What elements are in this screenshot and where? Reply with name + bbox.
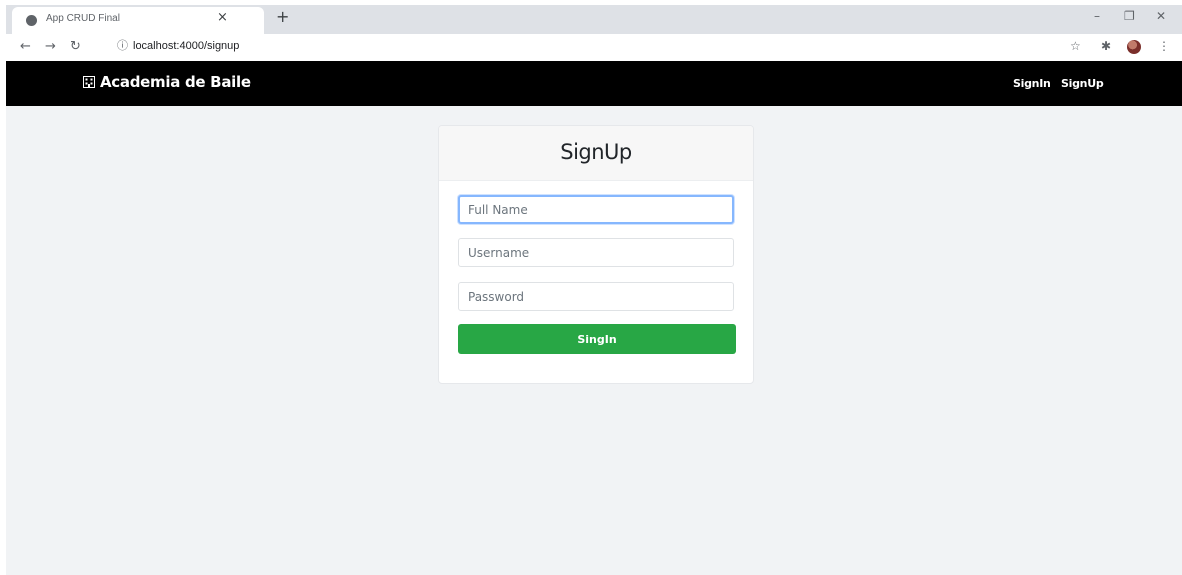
username-input[interactable] <box>458 238 734 267</box>
nav-signin-link[interactable]: SignIn <box>1013 77 1051 90</box>
building-icon <box>83 76 95 88</box>
new-tab-button[interactable]: + <box>276 9 289 25</box>
forward-arrow-icon[interactable]: → <box>45 40 56 53</box>
signup-card: SignUp SingIn <box>438 125 754 384</box>
reload-icon[interactable]: ↻ <box>70 40 81 53</box>
close-window-button[interactable]: ✕ <box>1156 10 1166 22</box>
url-field[interactable]: localhost:4000/signup <box>133 40 239 52</box>
info-icon[interactable]: ⓘ <box>117 40 128 51</box>
back-arrow-icon[interactable]: ← <box>20 40 31 53</box>
menu-dots-icon[interactable]: ⋮ <box>1158 40 1170 52</box>
brand-text: Academia de Baile <box>100 73 251 91</box>
browser-window: App CRUD Final × + – ❐ ✕ ← → ↻ ⓘ localho… <box>6 5 1182 575</box>
profile-avatar[interactable] <box>1127 40 1141 54</box>
brand-link[interactable]: Academia de Baile <box>83 73 251 91</box>
password-input[interactable] <box>458 282 734 311</box>
extensions-icon[interactable]: ✱ <box>1101 40 1111 52</box>
tab-strip: App CRUD Final × + – ❐ ✕ <box>6 5 1182 34</box>
submit-button[interactable]: SingIn <box>458 324 736 354</box>
app-navbar: Academia de Baile SignIn SignUp <box>6 61 1182 106</box>
browser-tab[interactable]: App CRUD Final × <box>12 7 264 34</box>
card-header: SignUp <box>439 126 753 181</box>
star-icon[interactable]: ☆ <box>1070 40 1081 52</box>
fullname-input[interactable] <box>458 195 734 224</box>
minimize-button[interactable]: – <box>1094 10 1100 22</box>
tab-title: App CRUD Final <box>46 13 120 24</box>
restore-button[interactable]: ❐ <box>1124 10 1135 22</box>
nav-signup-link[interactable]: SignUp <box>1061 77 1104 90</box>
globe-icon <box>26 15 37 26</box>
tab-close-button[interactable]: × <box>217 11 228 24</box>
address-bar: ← → ↻ ⓘ localhost:4000/signup ☆ ✱ ⋮ <box>6 34 1182 61</box>
form-title: SignUp <box>560 140 632 164</box>
